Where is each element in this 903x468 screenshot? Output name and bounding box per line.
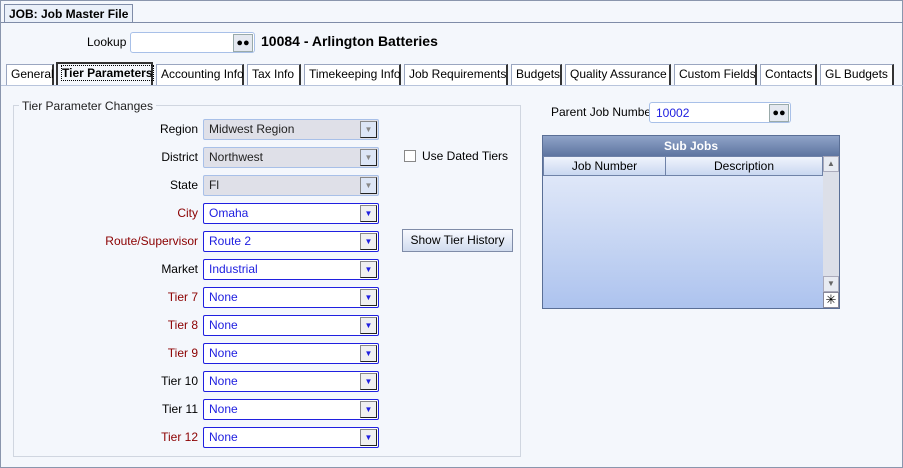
- chevron-down-icon[interactable]: ▼: [360, 373, 377, 390]
- tier-select-market[interactable]: Industrial ▼: [203, 259, 379, 280]
- chevron-down-icon[interactable]: ▼: [360, 401, 377, 418]
- tier-select-region: Midwest Region ▼: [203, 119, 379, 140]
- chevron-down-icon[interactable]: ▼: [360, 429, 377, 446]
- field-label: City: [177, 206, 198, 220]
- field-label: Market: [161, 262, 198, 276]
- grid-title: Sub Jobs: [543, 136, 839, 156]
- chevron-down-icon: ▼: [360, 177, 377, 194]
- group-title: Tier Parameter Changes: [19, 99, 156, 113]
- tier-select-route-supervisor[interactable]: Route 2 ▼: [203, 231, 379, 252]
- chevron-down-icon: ▼: [360, 149, 377, 166]
- tab-label: Accounting Info: [161, 67, 244, 81]
- select-value: None: [209, 318, 238, 332]
- parent-job-value: 10002: [656, 106, 690, 120]
- select-value: Fl: [209, 178, 219, 192]
- tab-job-requirements[interactable]: Job Requirements: [404, 64, 508, 85]
- select-value: Industrial: [209, 262, 258, 276]
- tab-timekeeping-info[interactable]: Timekeeping Info: [304, 64, 401, 85]
- tab-label: Tier Parameters: [61, 65, 154, 81]
- tab-tier-parameters[interactable]: Tier Parameters: [56, 62, 154, 86]
- select-value: Northwest: [209, 150, 264, 164]
- select-value: None: [209, 290, 238, 304]
- tier-select-tier-10[interactable]: None ▼: [203, 371, 379, 392]
- chevron-down-icon[interactable]: ▼: [360, 317, 377, 334]
- lookup-input[interactable]: ●●: [130, 32, 255, 53]
- chevron-down-icon[interactable]: ▼: [360, 289, 377, 306]
- document-tab[interactable]: JOB: Job Master File: [4, 4, 134, 23]
- tab-label: GL Budgets: [825, 67, 888, 81]
- tab-label: Contacts: [765, 67, 813, 81]
- use-dated-tiers-label[interactable]: Use Dated Tiers: [422, 149, 508, 163]
- field-label: Route/Supervisor: [105, 234, 198, 248]
- tab-accounting-info[interactable]: Accounting Info: [156, 64, 244, 85]
- field-label: Tier 12: [161, 430, 198, 444]
- window: JOB: Job Master File Lookup ●● 10084 - A…: [0, 0, 903, 468]
- tier-select-district: Northwest ▼: [203, 147, 379, 168]
- field-label: Tier 9: [167, 346, 198, 360]
- select-value: None: [209, 374, 238, 388]
- job-title: 10084 - Arlington Batteries: [261, 33, 438, 49]
- tier-select-tier-9[interactable]: None ▼: [203, 343, 379, 364]
- field-label: District: [161, 150, 198, 164]
- tab-tax-info[interactable]: Tax Info: [247, 64, 301, 85]
- tier-select-tier-12[interactable]: None ▼: [203, 427, 379, 448]
- divider: [1, 85, 903, 86]
- parent-job-label: Parent Job Number: [551, 105, 656, 119]
- select-value: None: [209, 430, 238, 444]
- select-value: Midwest Region: [209, 122, 295, 136]
- parent-job-input[interactable]: 10002 ●●: [649, 102, 791, 123]
- tier-select-city[interactable]: Omaha ▼: [203, 203, 379, 224]
- tab-label: Job Requirements: [409, 67, 507, 81]
- tab-label: Quality Assurance: [570, 67, 667, 81]
- field-label: Tier 11: [161, 402, 198, 416]
- select-value: None: [209, 402, 238, 416]
- select-value: Omaha: [209, 206, 249, 220]
- tab-label: General: [11, 67, 54, 81]
- field-label: Tier 7: [167, 290, 198, 304]
- vertical-scrollbar[interactable]: ▲ ▼: [823, 156, 839, 294]
- tab-gl-budgets[interactable]: GL Budgets: [820, 64, 894, 85]
- tab-general[interactable]: General: [6, 64, 54, 85]
- tab-label: Custom Fields: [679, 67, 756, 81]
- tab-quality-assurance[interactable]: Quality Assurance: [565, 64, 671, 85]
- lookup-label: Lookup: [87, 35, 127, 49]
- field-label: Tier 10: [161, 374, 198, 388]
- tab-custom-fields[interactable]: Custom Fields: [674, 64, 757, 85]
- tab-label: Budgets: [516, 67, 561, 81]
- new-row-asterisk-icon[interactable]: ✳: [823, 292, 839, 308]
- show-tier-history-button[interactable]: Show Tier History: [402, 229, 513, 252]
- field-label: State: [169, 178, 198, 192]
- chevron-down-icon: ▼: [360, 121, 377, 138]
- sub-jobs-grid[interactable]: Sub Jobs Job Number Description ▲ ▼ ✳: [542, 135, 840, 309]
- scroll-down-icon[interactable]: ▼: [823, 276, 839, 292]
- field-label: Tier 8: [167, 318, 198, 332]
- use-dated-tiers-checkbox[interactable]: [404, 150, 416, 162]
- tier-select-tier-11[interactable]: None ▼: [203, 399, 379, 420]
- chevron-down-icon[interactable]: ▼: [360, 261, 377, 278]
- column-header-job-number[interactable]: Job Number: [543, 156, 666, 176]
- tier-select-state: Fl ▼: [203, 175, 379, 196]
- divider: [1, 22, 903, 23]
- field-label: Region: [159, 122, 198, 136]
- tab-label: Timekeeping Info: [309, 67, 401, 81]
- tab-label: Tax Info: [252, 67, 295, 81]
- tier-select-tier-8[interactable]: None ▼: [203, 315, 379, 336]
- scroll-up-icon[interactable]: ▲: [823, 156, 839, 172]
- binoculars-icon[interactable]: ●●: [769, 104, 789, 122]
- tier-select-tier-7[interactable]: None ▼: [203, 287, 379, 308]
- chevron-down-icon[interactable]: ▼: [360, 205, 377, 222]
- tab-budgets[interactable]: Budgets: [511, 64, 562, 85]
- select-value: None: [209, 346, 238, 360]
- chevron-down-icon[interactable]: ▼: [360, 345, 377, 362]
- chevron-down-icon[interactable]: ▼: [360, 233, 377, 250]
- select-value: Route 2: [209, 234, 252, 248]
- column-header-description[interactable]: Description: [665, 156, 823, 176]
- binoculars-icon[interactable]: ●●: [233, 34, 253, 52]
- tab-contacts[interactable]: Contacts: [760, 64, 817, 85]
